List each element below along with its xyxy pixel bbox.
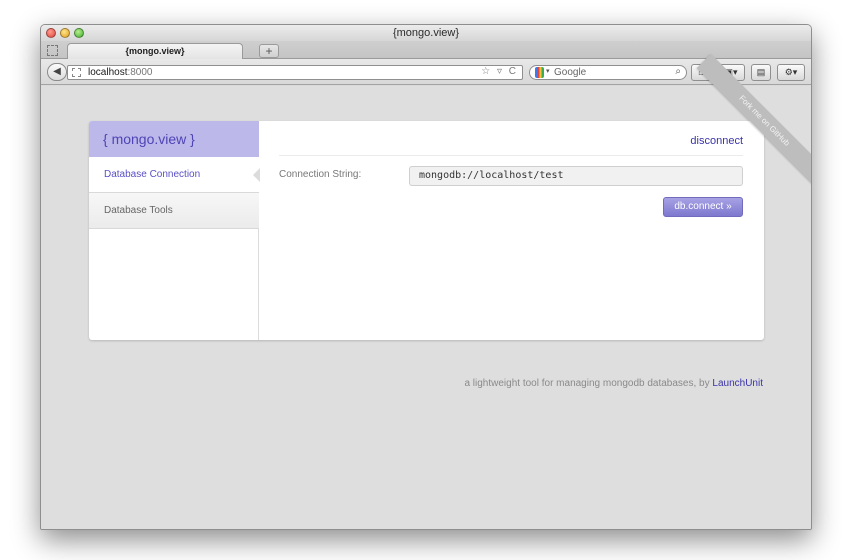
sidebar: { mongo.view } Database Connection Datab… xyxy=(89,121,260,340)
window-title: {mongo.view} xyxy=(392,27,460,39)
app-logo: { mongo.view } xyxy=(89,121,259,157)
page-button[interactable]: ▤ xyxy=(751,64,771,81)
title-bar: {mongo.view} xyxy=(41,25,811,41)
tools-icon: ⚙▾ xyxy=(784,67,798,77)
url-text: localhost:8000 xyxy=(88,67,153,78)
url-host: localhost xyxy=(88,67,128,78)
header-divider xyxy=(279,155,743,156)
search-placeholder: Google xyxy=(554,67,587,78)
disconnect-link[interactable]: disconnect xyxy=(690,135,743,147)
url-port: :8000 xyxy=(127,67,153,78)
search-engine-dropdown-icon[interactable]: ▾ xyxy=(546,67,550,75)
bookmark-star-icon[interactable]: ☆ ▿ C xyxy=(481,66,518,77)
page-viewport: { mongo.view } Database Connection Datab… xyxy=(41,53,811,529)
tab-overview-icon[interactable] xyxy=(47,45,58,56)
browser-tab[interactable]: {mongo.view} xyxy=(67,43,243,59)
sidebar-item-database-connection[interactable]: Database Connection xyxy=(89,157,260,193)
connection-string-input[interactable]: mongodb://localhost/test xyxy=(409,166,743,186)
back-button[interactable]: ◀ xyxy=(47,63,67,81)
connect-button[interactable]: db.connect » xyxy=(663,197,743,217)
app-panel: { mongo.view } Database Connection Datab… xyxy=(89,121,764,340)
new-tab-button[interactable]: + xyxy=(259,44,279,58)
launchunit-link[interactable]: LaunchUnit xyxy=(712,378,763,389)
footer-text: a lightweight tool for managing mongodb … xyxy=(464,378,710,389)
tools-button[interactable]: ⚙▾ xyxy=(777,64,805,81)
sidebar-item-database-tools[interactable]: Database Tools xyxy=(89,193,259,229)
footer: a lightweight tool for managing mongodb … xyxy=(464,378,763,389)
browser-window: {mongo.view} {mongo.view} + ◀ localhost:… xyxy=(40,24,812,530)
google-logo-icon[interactable] xyxy=(535,67,544,78)
search-field[interactable]: ▾ Google ⌕ xyxy=(529,65,687,80)
address-bar[interactable]: localhost:8000 ☆ ▿ C xyxy=(67,65,523,80)
connection-string-label: Connection String: xyxy=(279,169,362,180)
search-icon[interactable]: ⌕ xyxy=(675,66,681,77)
page-favicon-icon xyxy=(72,68,81,77)
page-icon: ▤ xyxy=(756,67,766,77)
